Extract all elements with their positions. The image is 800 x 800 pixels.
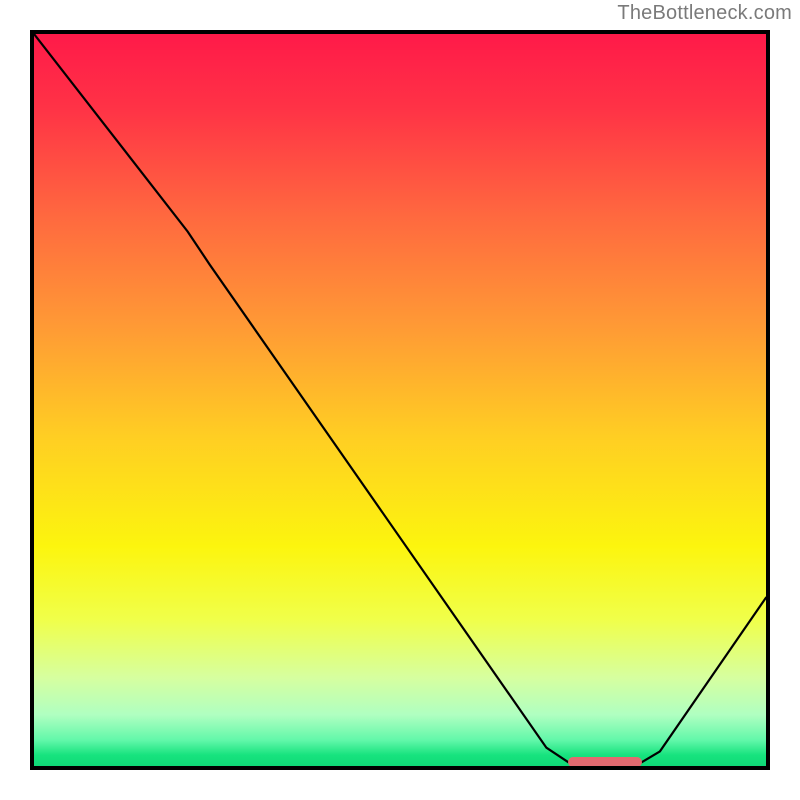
bottleneck-curve xyxy=(34,34,766,766)
chart-plot-area xyxy=(34,34,766,766)
optimal-range-marker xyxy=(568,757,641,766)
curve-path xyxy=(34,34,766,762)
watermark-text: TheBottleneck.com xyxy=(617,2,792,25)
